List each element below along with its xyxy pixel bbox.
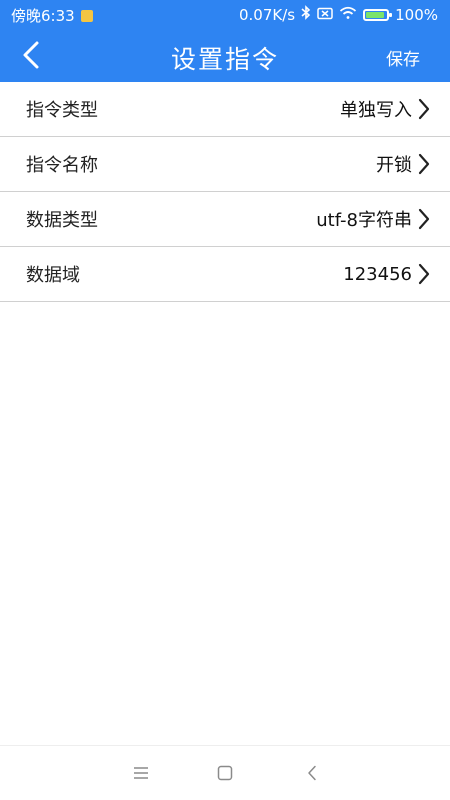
menu-button[interactable] [129, 763, 153, 783]
notification-icon [80, 9, 93, 22]
settings-list: 指令类型 单独写入 指令名称 开锁 数据类型 utf-8字符串 数据域 1234… [0, 82, 450, 302]
wifi-icon [339, 6, 357, 24]
system-back-button[interactable] [300, 763, 324, 783]
battery-charging-icon [363, 8, 393, 21]
status-bar: 傍晚6:33 0.07K/s 100% [0, 0, 450, 28]
row-label: 指令类型 [26, 100, 98, 121]
row-label: 数据域 [26, 265, 80, 286]
status-time: 傍晚6:33 [11, 7, 75, 25]
status-left: 傍晚6:33 [11, 5, 93, 26]
chevron-right-icon [418, 263, 430, 285]
command-type-row[interactable]: 指令类型 单独写入 [0, 82, 450, 137]
data-field-row[interactable]: 数据域 123456 [0, 247, 450, 302]
row-value: 123456 [343, 263, 412, 285]
settings-screen: 傍晚6:33 0.07K/s 100% 设置指令 保存 指令类型 单独写入 指令… [0, 0, 450, 800]
page-title: 设置指令 [170, 45, 279, 74]
chevron-right-icon [418, 153, 430, 175]
status-right: 0.07K/s 100% [239, 5, 438, 24]
bluetooth-icon [301, 5, 311, 24]
row-label: 数据类型 [26, 210, 98, 231]
chevron-right-icon [418, 98, 430, 120]
sim-icon [317, 6, 333, 24]
row-value: 开锁 [376, 155, 412, 176]
row-value: 单独写入 [340, 100, 412, 121]
top-bar: 傍晚6:33 0.07K/s 100% 设置指令 保存 [0, 0, 450, 82]
system-nav-bar [0, 745, 450, 800]
network-speed: 0.07K/s [239, 5, 296, 24]
battery-level: 100% [395, 5, 438, 24]
save-button[interactable]: 保存 [386, 45, 420, 70]
menu-icon [134, 767, 148, 779]
chevron-right-icon [418, 208, 430, 230]
home-icon [217, 765, 233, 781]
data-type-row[interactable]: 数据类型 utf-8字符串 [0, 192, 450, 247]
back-icon [308, 765, 316, 781]
home-button[interactable] [213, 763, 237, 783]
row-label: 指令名称 [26, 155, 98, 176]
nav-bar: 设置指令 保存 [0, 28, 450, 82]
command-name-row[interactable]: 指令名称 开锁 [0, 137, 450, 192]
row-value: utf-8字符串 [316, 210, 412, 231]
